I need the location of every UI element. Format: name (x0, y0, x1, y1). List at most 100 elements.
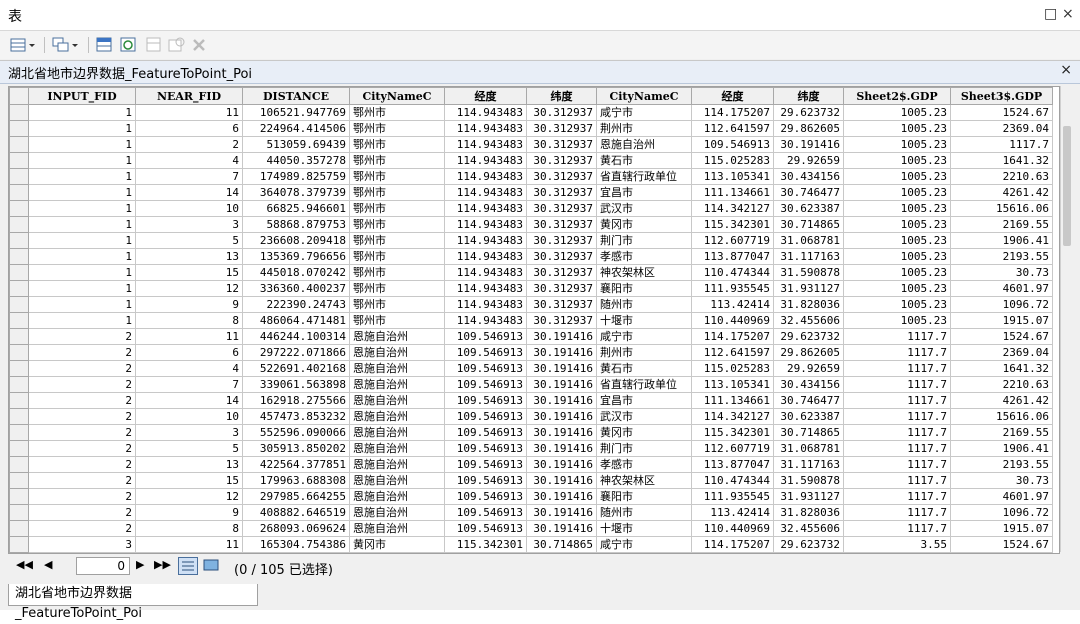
row-selector[interactable] (9, 504, 29, 521)
table-cell[interactable]: 1524.67 (950, 104, 1053, 121)
related-tables-icon[interactable] (52, 35, 80, 55)
table-cell[interactable]: 恩施自治州 (349, 392, 445, 409)
table-cell[interactable]: 13 (135, 248, 243, 265)
column-header[interactable]: 纬度 (773, 87, 844, 105)
table-cell[interactable]: 恩施自治州 (349, 488, 445, 505)
maximize-icon[interactable]: □ (1044, 6, 1057, 22)
table-cell[interactable]: 1005.23 (843, 232, 951, 249)
table-cell[interactable]: 省直辖行政单位 (596, 168, 692, 185)
table-cell[interactable]: 鄂州市 (349, 136, 445, 153)
table-cell[interactable]: 1 (28, 264, 136, 281)
table-cell[interactable]: 1906.41 (950, 232, 1053, 249)
table-cell[interactable]: 孝感市 (596, 456, 692, 473)
column-header[interactable]: 经度 (691, 87, 774, 105)
table-cell[interactable]: 2210.63 (950, 168, 1053, 185)
table-cell[interactable]: 恩施自治州 (349, 344, 445, 361)
table-row[interactable]: 2 12 297985.664255 恩施自治州 109.546913 30.191416… (9, 488, 1053, 505)
table-cell[interactable]: 222390.24743 (242, 296, 350, 313)
table-cell[interactable]: 8 (135, 520, 243, 537)
table-cell[interactable]: 44050.357278 (242, 152, 350, 169)
table-cell[interactable]: 恩施自治州 (349, 456, 445, 473)
table-cell[interactable]: 十堰市 (596, 312, 692, 329)
table-cell[interactable]: 522691.402168 (242, 360, 350, 377)
table-cell[interactable]: 十堰市 (596, 520, 692, 537)
table-cell[interactable]: 7 (135, 376, 243, 393)
table-cell[interactable]: 1 (28, 120, 136, 137)
column-header[interactable]: 纬度 (526, 87, 597, 105)
table-cell[interactable]: 1 (28, 168, 136, 185)
table-cell[interactable]: 1117.7 (843, 408, 951, 425)
column-header[interactable]: Sheet2$.GDP (843, 87, 951, 105)
table-cell[interactable]: 31.828036 (773, 296, 844, 313)
table-cell[interactable]: 30.746477 (773, 392, 844, 409)
table-cell[interactable]: 445018.070242 (242, 264, 350, 281)
table-cell[interactable]: 30.191416 (526, 488, 597, 505)
table-cell[interactable]: 31.828036 (773, 504, 844, 521)
table-cell[interactable]: 鄂州市 (349, 200, 445, 217)
table-cell[interactable]: 2 (28, 344, 136, 361)
table-row[interactable]: 2 8 268093.069624 恩施自治州 109.546913 30.191416 十… (9, 520, 1053, 537)
table-cell[interactable]: 297985.664255 (242, 488, 350, 505)
table-cell[interactable]: 2 (28, 504, 136, 521)
table-cell[interactable]: 恩施自治州 (349, 328, 445, 345)
last-record-icon[interactable]: ▶▶ (154, 558, 171, 571)
table-cell[interactable]: 1005.23 (843, 152, 951, 169)
table-cell[interactable]: 30.191416 (526, 392, 597, 409)
table-cell[interactable]: 1005.23 (843, 264, 951, 281)
table-cell[interactable]: 29.623732 (773, 104, 844, 121)
table-cell[interactable]: 115.025283 (691, 152, 774, 169)
table-cell[interactable]: 省直辖行政单位 (596, 376, 692, 393)
table-cell[interactable]: 2369.04 (950, 120, 1053, 137)
table-cell[interactable]: 113.42414 (691, 504, 774, 521)
table-cell[interactable]: 鄂州市 (349, 152, 445, 169)
table-cell[interactable]: 黄冈市 (349, 536, 445, 553)
table-cell[interactable]: 30.312937 (526, 200, 597, 217)
column-header[interactable]: DISTANCE (242, 87, 350, 105)
table-cell[interactable]: 106521.947769 (242, 104, 350, 121)
table-cell[interactable]: 武汉市 (596, 408, 692, 425)
table-row[interactable]: 1 15 445018.070242 鄂州市 114.943483 30.312937 神农… (9, 264, 1053, 281)
table-cell[interactable]: 30.312937 (526, 264, 597, 281)
table-cell[interactable]: 恩施自治州 (349, 440, 445, 457)
table-cell[interactable]: 1117.7 (843, 440, 951, 457)
table-cell[interactable]: 2 (28, 376, 136, 393)
table-cell[interactable]: 32.455606 (773, 312, 844, 329)
table-cell[interactable]: 2 (28, 392, 136, 409)
row-selector[interactable] (9, 328, 29, 345)
table-cell[interactable]: 58868.879753 (242, 216, 350, 233)
table-cell[interactable]: 1 (28, 104, 136, 121)
table-cell[interactable]: 鄂州市 (349, 104, 445, 121)
show-selected-records-icon[interactable] (202, 557, 222, 575)
table-cell[interactable]: 30.73 (950, 264, 1053, 281)
table-cell[interactable]: 襄阳市 (596, 280, 692, 297)
table-cell[interactable]: 4601.97 (950, 280, 1053, 297)
table-cell[interactable]: 31.931127 (773, 280, 844, 297)
table-cell[interactable]: 1915.07 (950, 520, 1053, 537)
table-row[interactable]: 1 12 336360.400237 鄂州市 114.943483 30.312937 襄阳… (9, 280, 1053, 297)
table-cell[interactable]: 109.546913 (444, 456, 527, 473)
table-cell[interactable]: 1906.41 (950, 440, 1053, 457)
table-cell[interactable]: 鄂州市 (349, 296, 445, 313)
table-cell[interactable]: 5 (135, 232, 243, 249)
table-cell[interactable]: 4601.97 (950, 488, 1053, 505)
table-cell[interactable]: 荆门市 (596, 232, 692, 249)
table-cell[interactable]: 114.943483 (444, 104, 527, 121)
table-cell[interactable]: 2 (135, 136, 243, 153)
table-cell[interactable]: 3.55 (843, 536, 951, 553)
table-cell[interactable]: 114.175207 (691, 536, 774, 553)
table-cell[interactable]: 2 (28, 360, 136, 377)
table-cell[interactable]: 襄阳市 (596, 488, 692, 505)
row-selector[interactable] (9, 136, 29, 153)
table-row[interactable]: 2 6 297222.071866 恩施自治州 109.546913 30.191416 荆… (9, 344, 1053, 361)
table-cell[interactable]: 162918.275566 (242, 392, 350, 409)
table-cell[interactable]: 1 (28, 312, 136, 329)
table-cell[interactable]: 2193.55 (950, 248, 1053, 265)
table-cell[interactable]: 1005.23 (843, 296, 951, 313)
table-cell[interactable]: 2369.04 (950, 344, 1053, 361)
table-cell[interactable]: 1117.7 (843, 360, 951, 377)
table-cell[interactable]: 305913.850202 (242, 440, 350, 457)
table-cell[interactable]: 113.877047 (691, 456, 774, 473)
table-cell[interactable]: 109.546913 (444, 360, 527, 377)
table-cell[interactable]: 1117.7 (843, 504, 951, 521)
table-cell[interactable]: 随州市 (596, 504, 692, 521)
